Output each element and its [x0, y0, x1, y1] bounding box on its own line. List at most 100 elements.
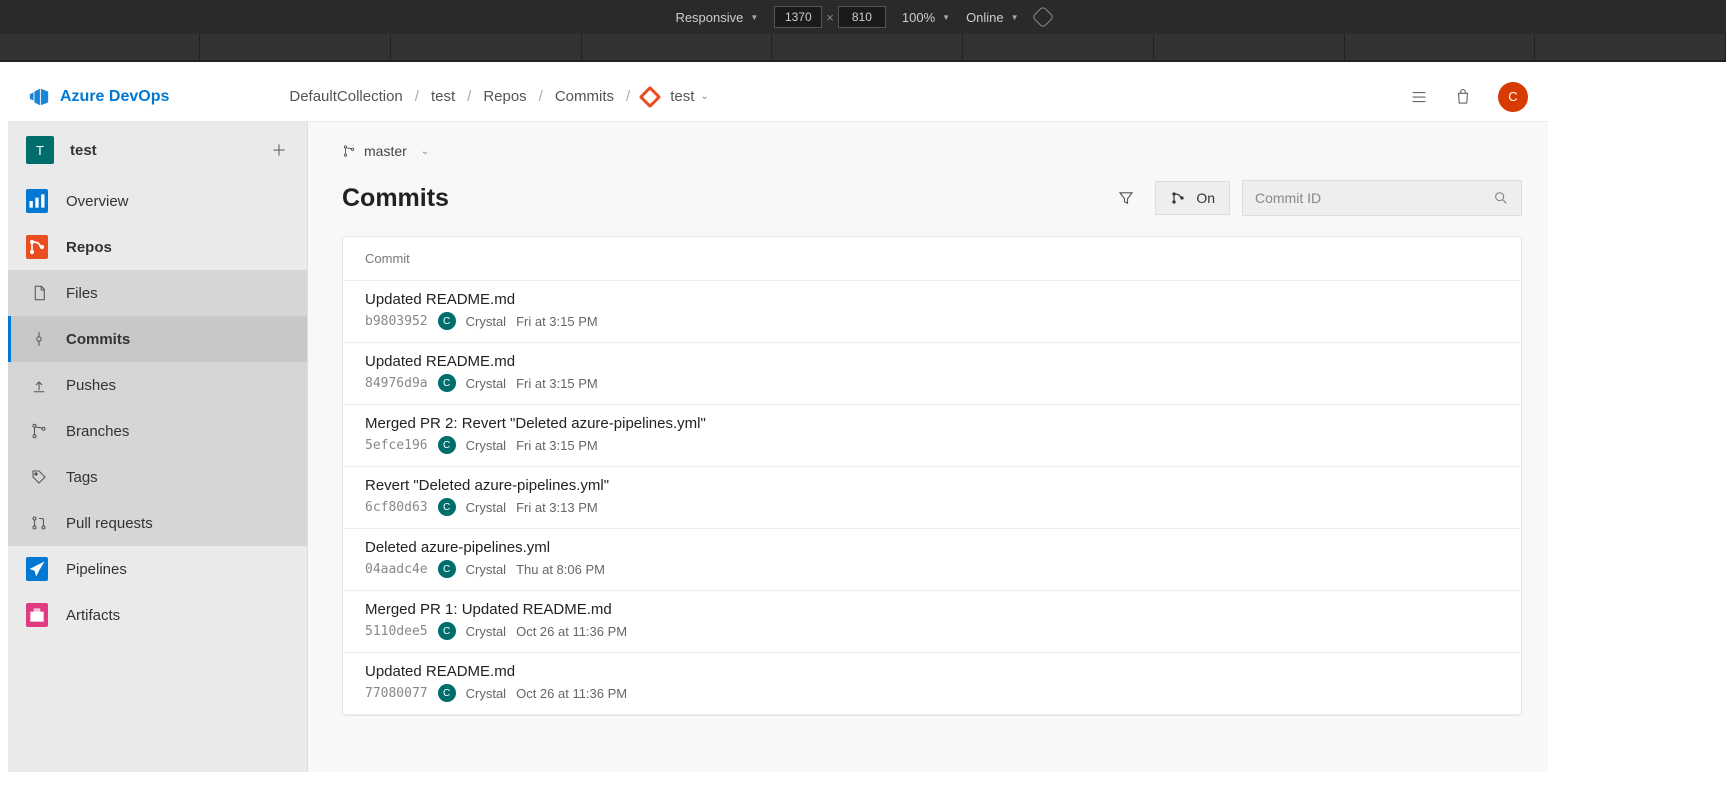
- filter-button[interactable]: [1109, 181, 1143, 215]
- commit-avatar: C: [438, 622, 456, 640]
- sidebar: T test Overview Repos: [8, 122, 308, 772]
- commit-title: Merged PR 1: Updated README.md: [365, 601, 1499, 618]
- search-icon: [1493, 190, 1509, 206]
- commit-time: Oct 26 at 11:36 PM: [516, 624, 627, 639]
- zoom-dropdown[interactable]: 100%: [902, 10, 950, 25]
- commit-avatar: C: [438, 436, 456, 454]
- top-header: Azure DevOps DefaultCollection / test / …: [8, 72, 1548, 122]
- commit-title: Merged PR 2: Revert "Deleted azure-pipel…: [365, 415, 1499, 432]
- pipelines-icon: [26, 557, 48, 581]
- commit-hash: b9803952: [365, 314, 428, 329]
- sidebar-item-artifacts[interactable]: Artifacts: [8, 592, 307, 638]
- commit-author: Crystal: [466, 562, 506, 577]
- filter-icon: [1117, 189, 1135, 207]
- commit-avatar: C: [438, 684, 456, 702]
- add-button[interactable]: [269, 140, 289, 160]
- main-content: master ⌄ Commits On: [308, 122, 1548, 772]
- branch-name: master: [364, 143, 407, 159]
- subnav-label-tags: Tags: [66, 469, 98, 486]
- commit-title: Revert "Deleted azure-pipelines.yml": [365, 477, 1499, 494]
- list-icon[interactable]: [1410, 88, 1428, 106]
- commit-title: Updated README.md: [365, 663, 1499, 680]
- commit-row[interactable]: Revert "Deleted azure-pipelines.yml" 6cf…: [343, 467, 1521, 529]
- sidebar-label-pipelines: Pipelines: [66, 561, 127, 578]
- crumb-repos[interactable]: Repos: [483, 88, 526, 105]
- dimension-separator: ×: [826, 10, 834, 25]
- commit-hash: 84976d9a: [365, 376, 428, 391]
- sidebar-item-pipelines[interactable]: Pipelines: [8, 546, 307, 592]
- crumb-project[interactable]: test: [431, 88, 455, 105]
- crumb-collection[interactable]: DefaultCollection: [289, 88, 402, 105]
- commit-avatar: C: [438, 374, 456, 392]
- branch-picker[interactable]: master ⌄: [342, 134, 1522, 168]
- commit-author: Crystal: [466, 314, 506, 329]
- tag-icon: [30, 468, 48, 486]
- commit-search-input[interactable]: [1255, 190, 1493, 206]
- commit-hash: 5efce196: [365, 438, 428, 453]
- commit-time: Thu at 8:06 PM: [516, 562, 605, 577]
- logo[interactable]: Azure DevOps: [28, 86, 169, 108]
- commit-hash: 6cf80d63: [365, 500, 428, 515]
- device-mode-dropdown[interactable]: Responsive: [675, 10, 758, 25]
- commit-row[interactable]: Merged PR 1: Updated README.md 5110dee5 …: [343, 591, 1521, 653]
- graph-toggle[interactable]: On: [1155, 181, 1230, 215]
- commit-time: Oct 26 at 11:36 PM: [516, 686, 627, 701]
- avatar[interactable]: C: [1498, 82, 1528, 112]
- commit-row[interactable]: Updated README.md b9803952 C Crystal Fri…: [343, 281, 1521, 343]
- project-name: test: [70, 142, 97, 159]
- network-dropdown[interactable]: Online: [966, 10, 1019, 25]
- overview-icon: [26, 189, 48, 213]
- sidebar-label-overview: Overview: [66, 193, 129, 210]
- branch-icon: [342, 144, 356, 158]
- plus-icon: [270, 141, 288, 159]
- rotate-icon[interactable]: [1031, 6, 1054, 29]
- commit-time: Fri at 3:13 PM: [516, 500, 598, 515]
- commit-row[interactable]: Deleted azure-pipelines.yml 04aadc4e C C…: [343, 529, 1521, 591]
- crumb-commits[interactable]: Commits: [555, 88, 614, 105]
- repos-icon: [26, 235, 48, 259]
- commit-title: Deleted azure-pipelines.yml: [365, 539, 1499, 556]
- project-header[interactable]: T test: [8, 122, 307, 178]
- artifacts-icon: [26, 603, 48, 627]
- subnav-files[interactable]: Files: [8, 270, 307, 316]
- commit-hash: 5110dee5: [365, 624, 428, 639]
- sidebar-label-artifacts: Artifacts: [66, 607, 120, 624]
- commit-avatar: C: [438, 498, 456, 516]
- commit-avatar: C: [438, 312, 456, 330]
- commit-row[interactable]: Updated README.md 84976d9a C Crystal Fri…: [343, 343, 1521, 405]
- repos-subnav: Files Commits Pushes Branches Tags: [8, 270, 307, 546]
- commit-author: Crystal: [466, 438, 506, 453]
- subnav-pushes[interactable]: Pushes: [8, 362, 307, 408]
- branches-icon: [30, 422, 48, 440]
- subnav-branches[interactable]: Branches: [8, 408, 307, 454]
- commit-title: Updated README.md: [365, 291, 1499, 308]
- crumb-repo-name: test: [670, 88, 694, 105]
- commit-avatar: C: [438, 560, 456, 578]
- subnav-label-branches: Branches: [66, 423, 129, 440]
- subnav-label-commits: Commits: [66, 331, 130, 348]
- graph-icon: [1170, 190, 1186, 206]
- subnav-label-pull-requests: Pull requests: [66, 515, 153, 532]
- pull-request-icon: [30, 514, 48, 532]
- commit-row[interactable]: Updated README.md 77080077 C Crystal Oct…: [343, 653, 1521, 715]
- crumb-repo-picker[interactable]: test ⌄: [642, 88, 709, 105]
- viewport-height-input[interactable]: [838, 6, 886, 28]
- commit-row[interactable]: Merged PR 2: Revert "Deleted azure-pipel…: [343, 405, 1521, 467]
- chevron-down-icon: ⌄: [700, 91, 708, 102]
- commit-search[interactable]: [1242, 180, 1522, 216]
- table-header-commit: Commit: [343, 237, 1521, 281]
- viewport-width-input[interactable]: [774, 6, 822, 28]
- commit-hash: 04aadc4e: [365, 562, 428, 577]
- shopping-bag-icon[interactable]: [1454, 88, 1472, 106]
- commit-time: Fri at 3:15 PM: [516, 314, 598, 329]
- chevron-down-icon: ⌄: [421, 146, 429, 157]
- breadcrumb: DefaultCollection / test / Repos / Commi…: [289, 88, 708, 105]
- sidebar-item-repos[interactable]: Repos: [8, 224, 307, 270]
- subnav-tags[interactable]: Tags: [8, 454, 307, 500]
- project-tile: T: [26, 136, 54, 164]
- logo-text: Azure DevOps: [60, 88, 169, 106]
- subnav-pull-requests[interactable]: Pull requests: [8, 500, 307, 546]
- sidebar-item-overview[interactable]: Overview: [8, 178, 307, 224]
- sidebar-label-repos: Repos: [66, 239, 112, 256]
- subnav-commits[interactable]: Commits: [8, 316, 307, 362]
